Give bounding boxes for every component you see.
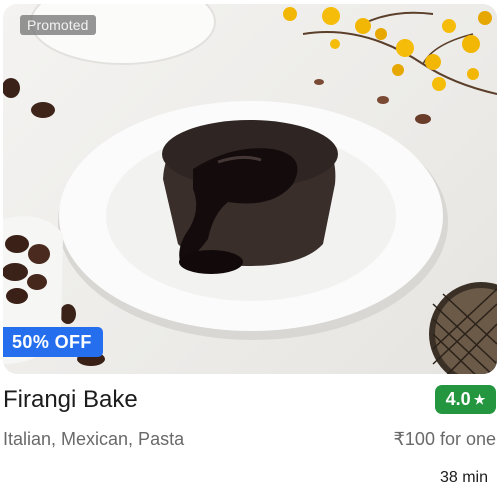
price-for-one: ₹100 for one xyxy=(393,429,496,449)
rating-value: 4.0 xyxy=(445,389,471,409)
cuisine-list: Italian, Mexican, Pasta xyxy=(3,429,185,449)
delivery-time: 38 min xyxy=(439,469,488,486)
restaurant-image[interactable] xyxy=(3,4,497,374)
star-icon: ★ xyxy=(473,391,486,407)
promoted-badge: Promoted xyxy=(20,15,96,35)
restaurant-card[interactable]: Promoted 50% OFF Firangi Bake 4.0 ★ Ital… xyxy=(0,0,502,504)
offer-badge: 50% OFF xyxy=(3,327,103,357)
restaurant-name[interactable]: Firangi Bake xyxy=(3,386,138,414)
rating-badge: 4.0 ★ xyxy=(435,385,496,414)
food-photo xyxy=(3,4,497,374)
